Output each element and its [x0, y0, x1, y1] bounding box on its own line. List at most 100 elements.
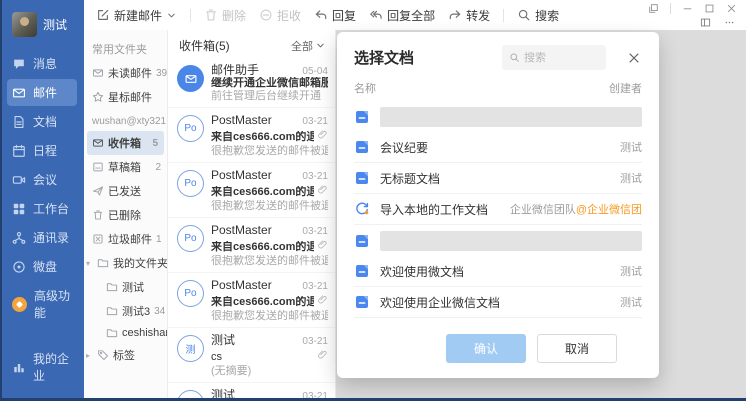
reading-pane-dimmed: 选择文档 名称 创建者	[336, 30, 746, 401]
folder-count: 34	[154, 306, 165, 317]
sidebar-item-label: 日程	[33, 142, 57, 159]
mail-item-body: 测试03-21 cs (无摘要)	[211, 333, 328, 378]
document-row[interactable]: 导入本地的工作文档 企业微信团队@企业微信团	[354, 194, 642, 225]
folder-starred[interactable]: 星标邮件	[84, 85, 167, 109]
folder-drafts[interactable]: 草稿箱 2	[84, 155, 167, 179]
reject-button[interactable]: 拒收	[259, 7, 301, 24]
search-button[interactable]: 搜索	[517, 7, 559, 24]
folder-inbox[interactable]: 收件箱 5	[87, 131, 164, 155]
mail-filter-dropdown[interactable]: 全部	[291, 38, 326, 54]
forward-icon	[448, 8, 462, 22]
folder-label: 我的文件夹	[113, 255, 168, 271]
folder-test3[interactable]: 测试3 34	[84, 299, 167, 323]
org-contacts-icon	[12, 231, 26, 245]
inbox-icon	[92, 137, 104, 149]
mail-preview: 很抱歉您发送的邮件被退回，以下	[211, 145, 328, 158]
document-creator: 企业微信团队@企业微信团	[510, 201, 642, 217]
more-options-icon[interactable]	[724, 17, 735, 28]
mail-item[interactable]: Po PostMaster03-21 来自ces666.com的退信 很抱歉您发…	[168, 163, 335, 218]
window-controls-separator	[670, 3, 671, 14]
trash-icon	[92, 209, 104, 221]
close-window-icon[interactable]	[726, 3, 737, 14]
sidebar-item-messages[interactable]: 消息	[7, 50, 77, 77]
document-row-loading[interactable]	[354, 225, 642, 256]
maximize-icon[interactable]	[704, 3, 715, 14]
document-row[interactable]: 会议纪要 测试	[354, 132, 642, 163]
mail-item[interactable]: Po PostMaster03-21 来自ces666.com的退信 很抱歉您发…	[168, 218, 335, 273]
sidebar-item-schedule[interactable]: 日程	[7, 137, 77, 164]
close-dialog-button[interactable]	[624, 48, 644, 68]
sidebar-item-my-enterprise[interactable]: 我的企业	[7, 345, 77, 389]
folder-ceshishanch[interactable]: ceshishanch...	[84, 323, 167, 343]
document-row-loading[interactable]	[354, 101, 642, 132]
close-icon	[627, 51, 641, 65]
folder-sent[interactable]: 已发送	[84, 179, 167, 203]
reply-all-button[interactable]: 回复全部	[369, 7, 435, 24]
folder-tags[interactable]: ▸ 标签	[84, 343, 167, 367]
profile[interactable]: 测试	[0, 10, 84, 49]
forward-button[interactable]: 转发	[448, 7, 490, 24]
sidebar-item-workbench[interactable]: 工作台	[7, 195, 77, 222]
folder-test[interactable]: 测试	[84, 275, 167, 299]
collapse-caret-icon[interactable]: ▸	[86, 351, 93, 360]
folder-spam[interactable]: 垃圾邮件 1	[84, 227, 167, 251]
chevron-down-icon	[315, 40, 326, 51]
app-window: 测试 消息 邮件 文档 日程 会议 工作台 通讯录	[0, 0, 746, 401]
sidebar-item-meeting[interactable]: 会议	[7, 166, 77, 193]
folder-label: 已删除	[108, 207, 141, 223]
mail-subject: 来自ces666.com的退信	[211, 241, 314, 254]
folder-unread[interactable]: 未读邮件 39	[84, 61, 167, 85]
dialog-search-input[interactable]	[524, 52, 594, 64]
reject-label: 拒收	[277, 7, 301, 24]
sidebar-item-contacts[interactable]: 通讯录	[7, 224, 77, 251]
sidebar-item-label: 微盘	[33, 258, 57, 275]
popup-window-icon[interactable]	[648, 3, 659, 14]
mail-item[interactable]: 测 测试03-21 cs (无摘要)	[168, 328, 335, 383]
document-row[interactable]: 无标题文档 测试	[354, 163, 642, 194]
content-row: 常用文件夹 未读邮件 39 星标邮件 wushan@xty321.w... 收件…	[84, 30, 746, 401]
sidebar-item-label: 通讯录	[33, 229, 69, 246]
document-row[interactable]: 欢迎使用微文档 测试	[354, 256, 642, 287]
folder-count: 1	[156, 234, 162, 245]
cancel-button[interactable]: 取消	[537, 334, 617, 363]
sidebar-item-mail[interactable]: 邮件	[7, 79, 77, 106]
mail-subject: cs	[211, 351, 314, 364]
mail-item[interactable]: Po PostMaster03-21 来自ces666.com的退信 很抱歉您发…	[168, 273, 335, 328]
mail-date: 05-04	[302, 66, 328, 77]
mail-preview: (无摘要)	[211, 365, 328, 378]
mail-item[interactable]: Po PostMaster03-21 来自ces666.com的退信 很抱歉您发…	[168, 108, 335, 163]
chat-icon	[12, 57, 26, 71]
reading-pane-layout-icon[interactable]	[700, 17, 711, 28]
import-document-icon	[354, 201, 370, 217]
folder-section-label: 常用文件夹	[84, 36, 167, 61]
advanced-features-icon	[12, 297, 27, 312]
confirm-button[interactable]: 确认	[446, 334, 526, 363]
folder-icon	[97, 257, 109, 269]
document-row[interactable]: 欢迎使用企业微信文档 测试	[354, 287, 642, 318]
expand-caret-icon[interactable]: ▾	[86, 259, 93, 268]
folder-label: 已发送	[108, 183, 141, 199]
postmaster-avatar: Po	[177, 115, 204, 142]
minimize-icon[interactable]	[682, 3, 693, 14]
mail-item[interactable]: 邮件助手05-04 继续开通企业微信邮箱服务 前往管理后台继续开通	[168, 58, 335, 108]
mail-sender: PostMaster	[211, 223, 298, 237]
avatar[interactable]	[12, 12, 37, 37]
new-mail-button[interactable]: 新建邮件	[96, 7, 177, 24]
sidebar-item-docs[interactable]: 文档	[7, 108, 77, 135]
creator-mention[interactable]: @企业微信团	[576, 204, 642, 216]
sidebar-item-wedrive[interactable]: 微盘	[7, 253, 77, 280]
unread-mail-icon	[92, 67, 104, 79]
folder-deleted[interactable]: 已删除	[84, 203, 167, 227]
reply-icon	[314, 8, 328, 22]
mail-subject: 来自ces666.com的退信	[211, 186, 314, 199]
mail-preview: 前往管理后台继续开通	[211, 90, 328, 103]
sidebar-item-advanced[interactable]: 高级功能	[7, 282, 77, 326]
dialog-title: 选择文档	[354, 47, 492, 68]
folder-my-folders[interactable]: ▾ 我的文件夹 34	[84, 251, 167, 275]
reply-button[interactable]: 回复	[314, 7, 356, 24]
delete-button[interactable]: 删除	[204, 7, 246, 24]
postmaster-avatar: Po	[177, 280, 204, 307]
mail-icon	[12, 86, 26, 100]
chevron-down-icon	[166, 10, 177, 21]
dialog-search-box[interactable]	[502, 45, 606, 70]
